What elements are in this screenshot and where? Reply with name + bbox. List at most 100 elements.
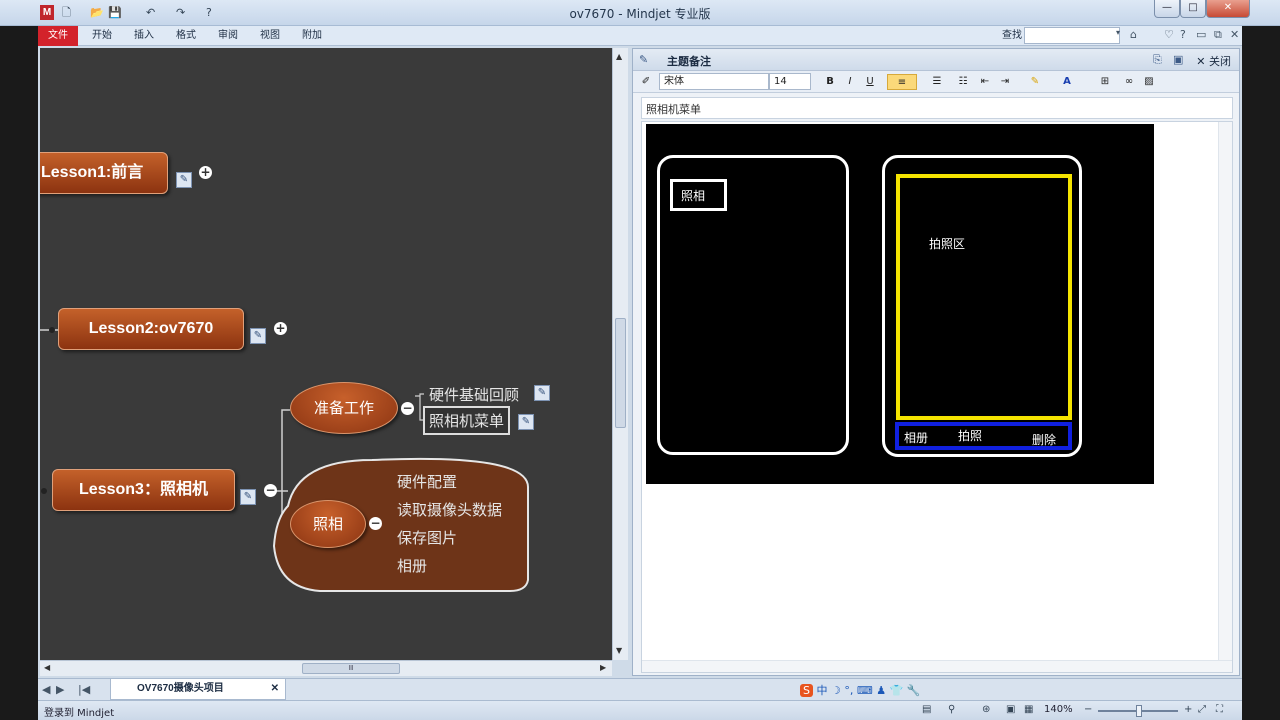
bullet-list-icon[interactable]: ☷ <box>955 74 971 90</box>
tab-format[interactable]: 格式 <box>176 26 196 46</box>
map-horizontal-scrollbar[interactable]: ◀ Ⅲ ▶ <box>40 660 612 676</box>
note-icon[interactable]: ✎ <box>240 489 256 505</box>
subtopic-hardware-config[interactable]: 硬件配置 <box>397 471 457 492</box>
subtopic-hardware-review[interactable]: 硬件基础回顾 <box>429 384 519 405</box>
tab-first-icon[interactable]: |◀ <box>78 683 90 696</box>
document-tab-label: OV7670摄像头项目 <box>137 683 224 694</box>
expand-plus-icon[interactable]: + <box>199 166 212 179</box>
note-icon[interactable]: ✎ <box>518 414 534 430</box>
scroll-up-icon[interactable]: ▲ <box>616 52 622 61</box>
ribbon-close-icon[interactable]: ✕ <box>1230 28 1239 41</box>
shoot-label: 拍照 <box>958 429 983 443</box>
notes-header: ✎ 主题备注 ⎘ ▣ ✕ 关闭 <box>633 49 1239 71</box>
font-size-select[interactable]: 14 <box>769 73 811 90</box>
subtopic-read-camera-data[interactable]: 读取摄像头数据 <box>397 499 502 520</box>
collapse-minus-icon[interactable]: − <box>401 402 414 415</box>
zoom-in-icon[interactable]: + <box>1184 704 1192 715</box>
collapse-minus-icon[interactable]: − <box>369 517 382 530</box>
note-horizontal-scrollbar[interactable] <box>642 660 1232 672</box>
notes-brush-icon[interactable]: ✎ <box>639 53 648 66</box>
numbered-list-icon[interactable]: ☰ <box>927 74 947 90</box>
help-circle-icon[interactable]: ? <box>1180 28 1186 41</box>
zoom-slider-thumb[interactable] <box>1136 705 1142 717</box>
topic-lesson1[interactable]: Lesson1:前言 <box>40 152 168 194</box>
toolbar-options-icon[interactable]: ⌂ <box>1130 28 1137 41</box>
ribbon-minimize-icon[interactable]: ▭ <box>1196 28 1206 41</box>
maximize-button[interactable]: □ <box>1180 0 1206 18</box>
tab-prev-icon[interactable]: ◀ <box>42 683 50 696</box>
notes-close-button[interactable]: ✕ 关闭 <box>1196 53 1231 69</box>
tab-addins[interactable]: 附加 <box>302 26 322 46</box>
ribbon-tabs: 文件 开始 插入 格式 审阅 视图 附加 查找 ▾ ⌂ ♡ ? ▭ ⧉ ✕ <box>38 26 1242 46</box>
notes-dock-icon[interactable]: ▣ <box>1173 53 1183 66</box>
insert-table-icon[interactable]: ⊞ <box>1095 74 1115 90</box>
bold-button[interactable]: B <box>823 74 837 90</box>
tab-review[interactable]: 审阅 <box>218 26 238 46</box>
subtopic-camera-menu-selected[interactable]: 照相机菜单 <box>423 406 511 435</box>
ribbon-restore-icon[interactable]: ⧉ <box>1214 28 1222 42</box>
subtopic-album[interactable]: 相册 <box>397 555 427 576</box>
document-tab-close[interactable]: ✕ <box>271 679 279 699</box>
note-vertical-scrollbar[interactable] <box>1218 122 1232 662</box>
ime-toolbar[interactable]: S 中 ☽ °, ⌨ ♟ 👕 🔧 <box>800 682 920 698</box>
view-mode-icon[interactable]: ▣ <box>1006 704 1015 715</box>
app-window: M 🗋 📂 💾 ↶ ↷ ? ov7670 - Mindjet 专业版 — □ ✕… <box>0 0 1280 720</box>
notes-export-icon[interactable]: ⎘ <box>1153 53 1162 67</box>
find-input[interactable] <box>1024 27 1120 44</box>
minimize-button[interactable]: — <box>1154 0 1180 18</box>
filter-icon[interactable]: ⚲ <box>948 704 955 715</box>
scroll-thumb[interactable]: Ⅲ <box>302 663 400 674</box>
status-layout-icon[interactable]: ▤ <box>922 704 931 715</box>
scroll-right-icon[interactable]: ▶ <box>600 663 606 672</box>
tab-file[interactable]: 文件 <box>38 26 78 46</box>
mind-map-canvas[interactable]: Lesson1:前言 ✎ + Lesson2:ov7670 ✎ + Lesson… <box>40 48 612 660</box>
increase-indent-icon[interactable]: ⇥ <box>997 74 1013 90</box>
right-screen-border <box>1242 0 1280 720</box>
topic-lesson2[interactable]: Lesson2:ov7670 <box>58 308 244 350</box>
title-bar: M 🗋 📂 💾 ↶ ↷ ? ov7670 - Mindjet 专业版 — □ ✕ <box>0 0 1280 26</box>
insert-image-icon[interactable]: ▨ <box>1141 74 1157 90</box>
align-left-button[interactable]: ≡ <box>887 74 917 90</box>
subtopic-save-image[interactable]: 保存图片 <box>397 527 457 548</box>
topic-lesson3[interactable]: Lesson3：照相机 <box>52 469 235 511</box>
underline-button[interactable]: U <box>863 74 877 90</box>
zoom-out-icon[interactable]: − <box>1084 704 1092 715</box>
zoom-level: 140% <box>1044 704 1073 715</box>
topic-notes-pane: ✎ 主题备注 ⎘ ▣ ✕ 关闭 ✐ 宋体 14 B I U ≡ ☰ ☷ ⇤ ⇥ … <box>632 48 1240 676</box>
highlight-color-icon[interactable]: ✎ <box>1025 74 1045 90</box>
insert-link-icon[interactable]: ∞ <box>1121 74 1137 90</box>
favorite-icon[interactable]: ♡ <box>1164 28 1174 41</box>
window-title: ov7670 - Mindjet 专业版 <box>569 7 711 21</box>
map-vertical-scrollbar[interactable]: ▲ ▼ <box>612 48 628 660</box>
scroll-thumb[interactable] <box>615 318 626 428</box>
collapse-minus-icon[interactable]: − <box>264 484 277 497</box>
format-painter-icon[interactable]: ✐ <box>639 74 653 90</box>
note-icon[interactable]: ✎ <box>250 328 266 344</box>
tab-insert[interactable]: 插入 <box>134 26 154 46</box>
note-icon[interactable]: ✎ <box>534 385 550 401</box>
expand-plus-icon[interactable]: + <box>274 322 287 335</box>
notes-close-label: 关闭 <box>1209 55 1231 68</box>
note-title-field[interactable]: 照相机菜单 <box>641 97 1233 119</box>
topic-camera[interactable]: 照相 <box>290 500 366 548</box>
note-body-editor[interactable]: 照相 拍照区 相册 拍照 删除 <box>641 121 1233 673</box>
font-family-select[interactable]: 宋体 <box>659 73 769 90</box>
login-label[interactable]: 登录到 Mindjet <box>44 704 114 719</box>
scroll-left-icon[interactable]: ◀ <box>44 663 50 672</box>
find-dropdown-icon[interactable]: ▾ <box>1116 28 1120 37</box>
view-outline-icon[interactable]: ▦ <box>1024 704 1033 715</box>
document-tab[interactable]: OV7670摄像头项目 ✕ <box>110 679 286 700</box>
tab-view[interactable]: 视图 <box>260 26 280 46</box>
fullscreen-icon[interactable]: ⛶ <box>1216 704 1223 715</box>
close-button[interactable]: ✕ <box>1206 0 1250 18</box>
tab-next-icon[interactable]: ▶ <box>56 683 64 696</box>
tab-home[interactable]: 开始 <box>92 26 112 46</box>
scroll-down-icon[interactable]: ▼ <box>616 646 622 655</box>
fit-map-icon[interactable]: ⤢ <box>1198 704 1206 715</box>
italic-button[interactable]: I <box>843 74 857 90</box>
note-icon[interactable]: ✎ <box>176 172 192 188</box>
topic-prep[interactable]: 准备工作 <box>290 382 398 434</box>
decrease-indent-icon[interactable]: ⇤ <box>977 74 993 90</box>
font-color-icon[interactable]: A <box>1057 74 1077 90</box>
balance-map-icon[interactable]: ⊛ <box>982 704 990 715</box>
